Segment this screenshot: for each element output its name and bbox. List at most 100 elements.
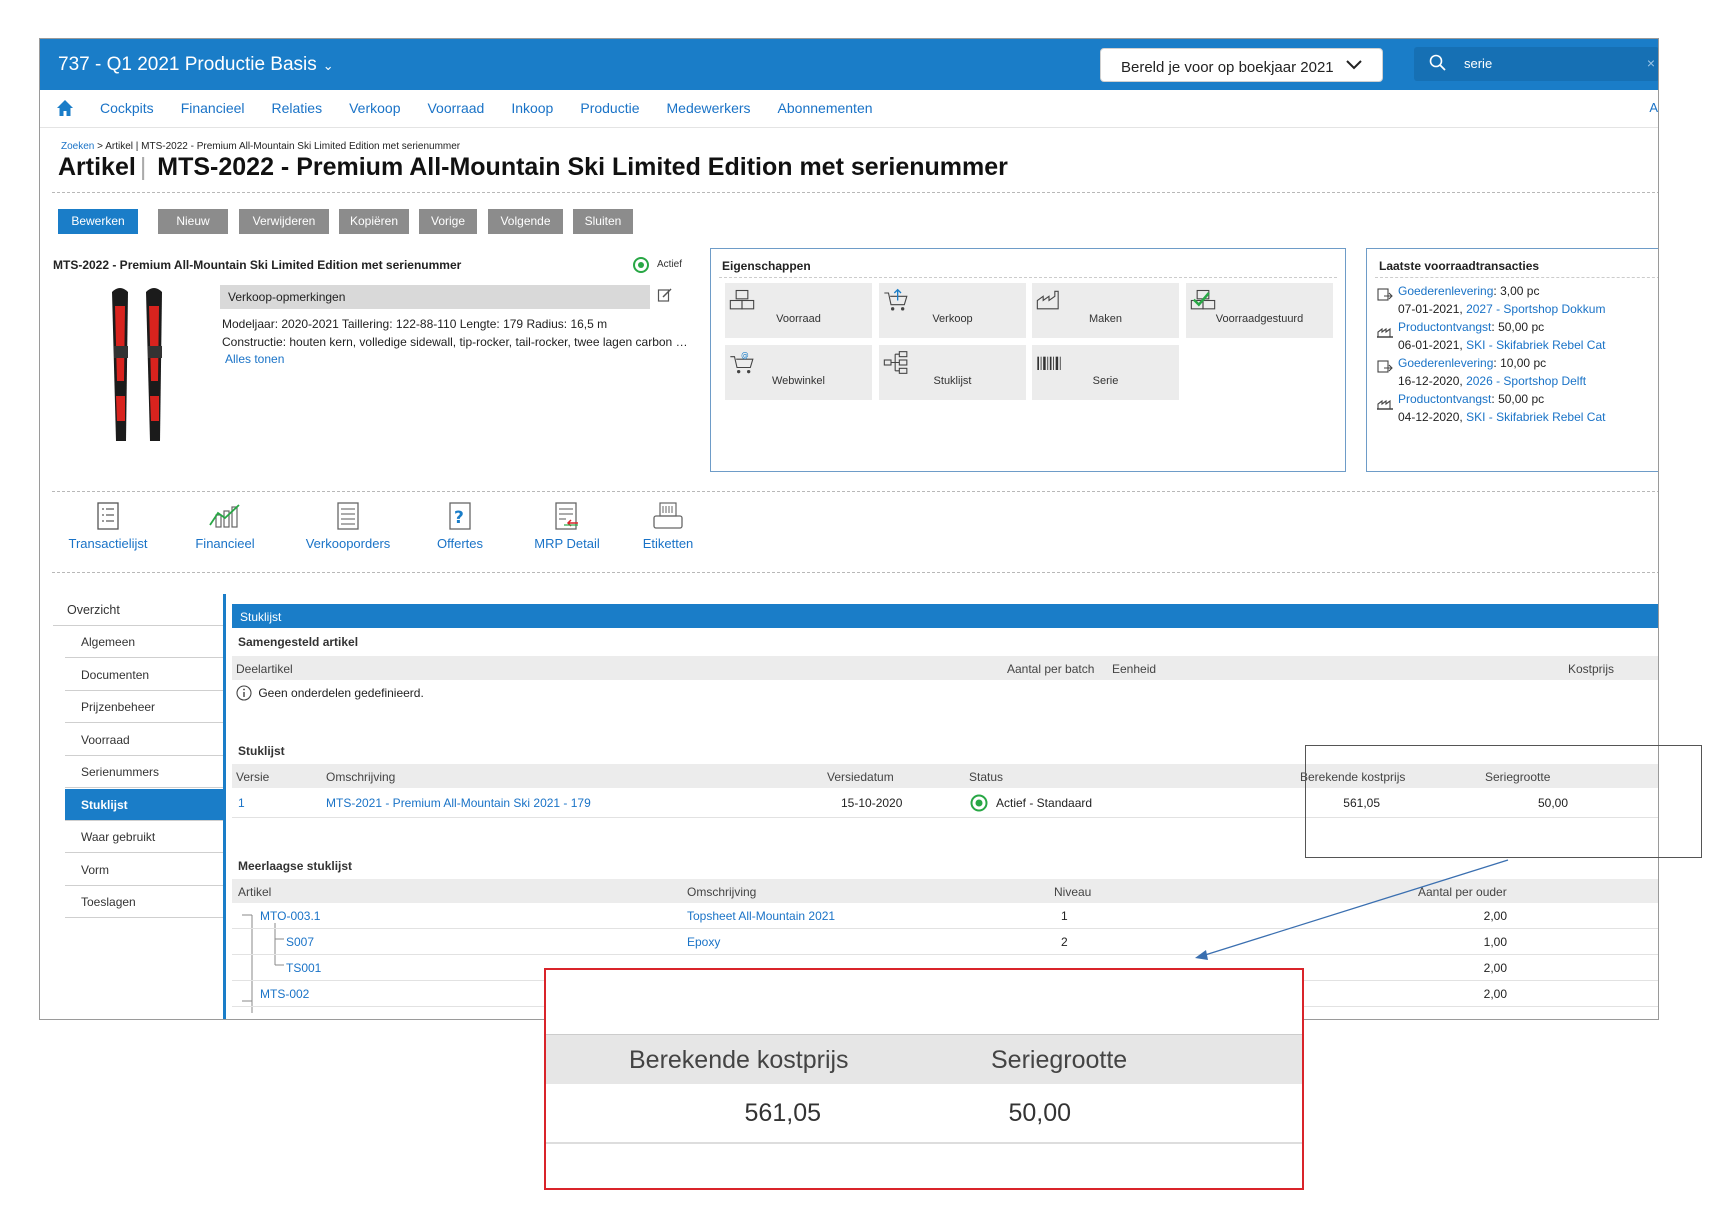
transaction-type-link[interactable]: Goederenlevering (1398, 356, 1493, 370)
nav-item-productie[interactable]: Productie (580, 100, 639, 116)
action-transactielijst[interactable]: Transactielijst (63, 501, 153, 551)
divider (52, 572, 1658, 573)
tile-maken[interactable]: Maken (1032, 283, 1179, 338)
article-card-title: MTS-2022 - Premium All-Mountain Ski Limi… (53, 258, 462, 272)
transaction-relation-link[interactable]: SKI - Skifabriek Rebel Cat (1466, 410, 1605, 424)
column-header: Eenheid (1112, 662, 1157, 676)
article-link[interactable]: TS001 (286, 961, 321, 975)
search-input[interactable]: serie × (1414, 47, 1658, 81)
composite-article-title: Samengesteld artikel (238, 635, 359, 649)
transaction-type-link[interactable]: Productontvangst (1398, 392, 1491, 406)
transaction-type-link[interactable]: Productontvangst (1398, 320, 1491, 334)
bom-version-link[interactable]: 1 (238, 796, 245, 810)
next-button[interactable]: Volgende (488, 209, 563, 234)
fiscal-year-button[interactable]: Bereld je voor op boekjaar 2021 (1100, 48, 1383, 82)
side-item-stuklijst[interactable]: Stuklijst (65, 789, 225, 821)
nav-item-verkoop[interactable]: Verkoop (349, 100, 400, 116)
article-link[interactable]: S007 (286, 935, 314, 949)
company-selector[interactable]: 737 - Q1 2021 Productie Basis ⌄ (58, 54, 334, 76)
tile-verkoop[interactable]: Verkoop (879, 283, 1026, 338)
action-financieel[interactable]: Financieel (185, 501, 265, 551)
close-button[interactable]: Sluiten (573, 209, 633, 234)
nav-item-relaties[interactable]: Relaties (272, 100, 323, 116)
action-mrp-detail[interactable]: MRP Detail (522, 501, 612, 551)
side-menu-header[interactable]: Overzicht (53, 594, 225, 626)
tile-stuklijst[interactable]: Stuklijst (879, 345, 1026, 400)
clear-search-icon[interactable]: × (1647, 55, 1655, 71)
side-item-documenten[interactable]: Documenten (65, 659, 225, 691)
qty-per-parent: 2,00 (1483, 987, 1507, 1001)
page-type: Artikel (58, 153, 136, 181)
home-icon[interactable] (55, 98, 75, 118)
fiscal-year-label: Bereld je voor op boekjaar 2021 (1121, 59, 1334, 76)
table-row[interactable]: S007 Epoxy 2 1,00 (232, 929, 1658, 955)
transaction-type-link[interactable]: Goederenlevering (1398, 284, 1493, 298)
multilevel-bom-title: Meerlaagse stuklijst (238, 859, 353, 873)
financial-chart-icon (209, 504, 240, 528)
action-label: Offertes (436, 536, 483, 551)
description-link[interactable]: Epoxy (687, 935, 720, 949)
divider (1375, 277, 1658, 278)
nav-item-voorraad[interactable]: Voorraad (427, 100, 484, 116)
transaction-relation-link[interactable]: 2027 - Sportshop Dokkum (1466, 302, 1605, 316)
description-link[interactable]: Topsheet All-Mountain 2021 (687, 909, 835, 923)
app-window: 737 - Q1 2021 Productie Basis ⌄ Bereld je… (39, 38, 1659, 1020)
properties-panel: Eigenschappen Voorraad Verkoop Maken Voo… (710, 248, 1346, 472)
nav-item-medewerkers[interactable]: Medewerkers (667, 100, 751, 116)
nav-item-cockpits[interactable]: Cockpits (100, 100, 154, 116)
nav-item-inkoop[interactable]: Inkoop (511, 100, 553, 116)
transaction-relation-link[interactable]: 2026 - Sportshop Delft (1466, 374, 1586, 388)
remarks-text-line: Modeljaar: 2020-2021 Taillering: 122-88-… (222, 317, 608, 331)
svg-text:?: ? (454, 508, 464, 528)
article-link[interactable]: MTS-002 (260, 987, 309, 1001)
transaction-relation-link[interactable]: SKI - Skifabriek Rebel Cat (1466, 338, 1605, 352)
nav-item-abonnementen[interactable]: Abonnementen (778, 100, 873, 116)
action-etiketten[interactable]: Etiketten (633, 501, 703, 551)
edit-icon[interactable] (657, 287, 673, 303)
page-title: Artikel | MTS-2022 - Premium All-Mountain… (58, 153, 1008, 182)
tile-label: Voorraadgestuurd (1215, 313, 1304, 325)
bom-description-link[interactable]: MTS-2021 - Premium All-Mountain Ski 2021… (326, 796, 591, 810)
properties-title: Eigenschappen (722, 259, 811, 273)
delivery-icon (1377, 360, 1393, 373)
delete-button[interactable]: Verwijderen (239, 209, 329, 234)
status-active-icon (970, 794, 988, 812)
table-row[interactable]: MTO-003.1 Topsheet All-Mountain 2021 1 2… (232, 903, 1658, 929)
callout-highlight-box (1305, 745, 1702, 858)
copy-button[interactable]: Kopiëren (339, 209, 409, 234)
new-button[interactable]: Nieuw (158, 209, 228, 234)
side-item-vorm[interactable]: Vorm (65, 854, 225, 886)
zoom-value-row: 561,05 50,00 (546, 1084, 1302, 1144)
edit-button[interactable]: Bewerken (58, 209, 138, 234)
article-status: Actief (657, 259, 683, 270)
tile-serie[interactable]: Serie (1032, 345, 1179, 400)
zoom-column-cost: Berekende kostprijs (629, 1046, 849, 1074)
chevron-down-icon: ⌄ (322, 58, 334, 73)
transaction-list-icon (97, 502, 119, 530)
side-item-toeslagen[interactable]: Toeslagen (65, 886, 225, 918)
title-separator: | (139, 153, 147, 181)
column-header: Aantal per batch (1007, 662, 1095, 676)
svg-text:@: @ (741, 351, 749, 360)
breadcrumb-search-link[interactable]: Zoeken (61, 141, 94, 152)
previous-button[interactable]: Vorige (419, 209, 477, 234)
side-item-prijzenbeheer[interactable]: Prijzenbeheer (65, 691, 225, 723)
nav-item-financieel[interactable]: Financieel (181, 100, 245, 116)
side-item-algemeen[interactable]: Algemeen (65, 626, 225, 658)
tile-webwinkel[interactable]: @ Webwinkel (725, 345, 872, 400)
side-item-voorraad[interactable]: Voorraad (65, 724, 225, 756)
article-link[interactable]: MTO-003.1 (260, 909, 320, 923)
nav-overflow-item[interactable]: A (1649, 100, 1658, 115)
section-header: Stuklijst (232, 604, 1658, 628)
side-item-serienummers[interactable]: Serienummers (65, 756, 225, 788)
quote-question-icon: ? (449, 502, 471, 530)
tile-voorraad[interactable]: Voorraad (725, 283, 872, 338)
action-offertes[interactable]: ? Offertes (425, 501, 495, 551)
remarks-heading: Verkoop-opmerkingen (220, 285, 650, 309)
composite-table-header: Deelartikel Aantal per batch Eenheid Kos… (232, 656, 1658, 680)
tile-voorraadgestuurd[interactable]: Voorraadgestuurd (1186, 283, 1333, 338)
info-icon (236, 685, 252, 701)
side-item-waar-gebruikt[interactable]: Waar gebruikt (65, 821, 225, 853)
show-all-link[interactable]: Alles tonen (225, 352, 284, 366)
action-verkooporders[interactable]: Verkooporders (298, 501, 398, 551)
